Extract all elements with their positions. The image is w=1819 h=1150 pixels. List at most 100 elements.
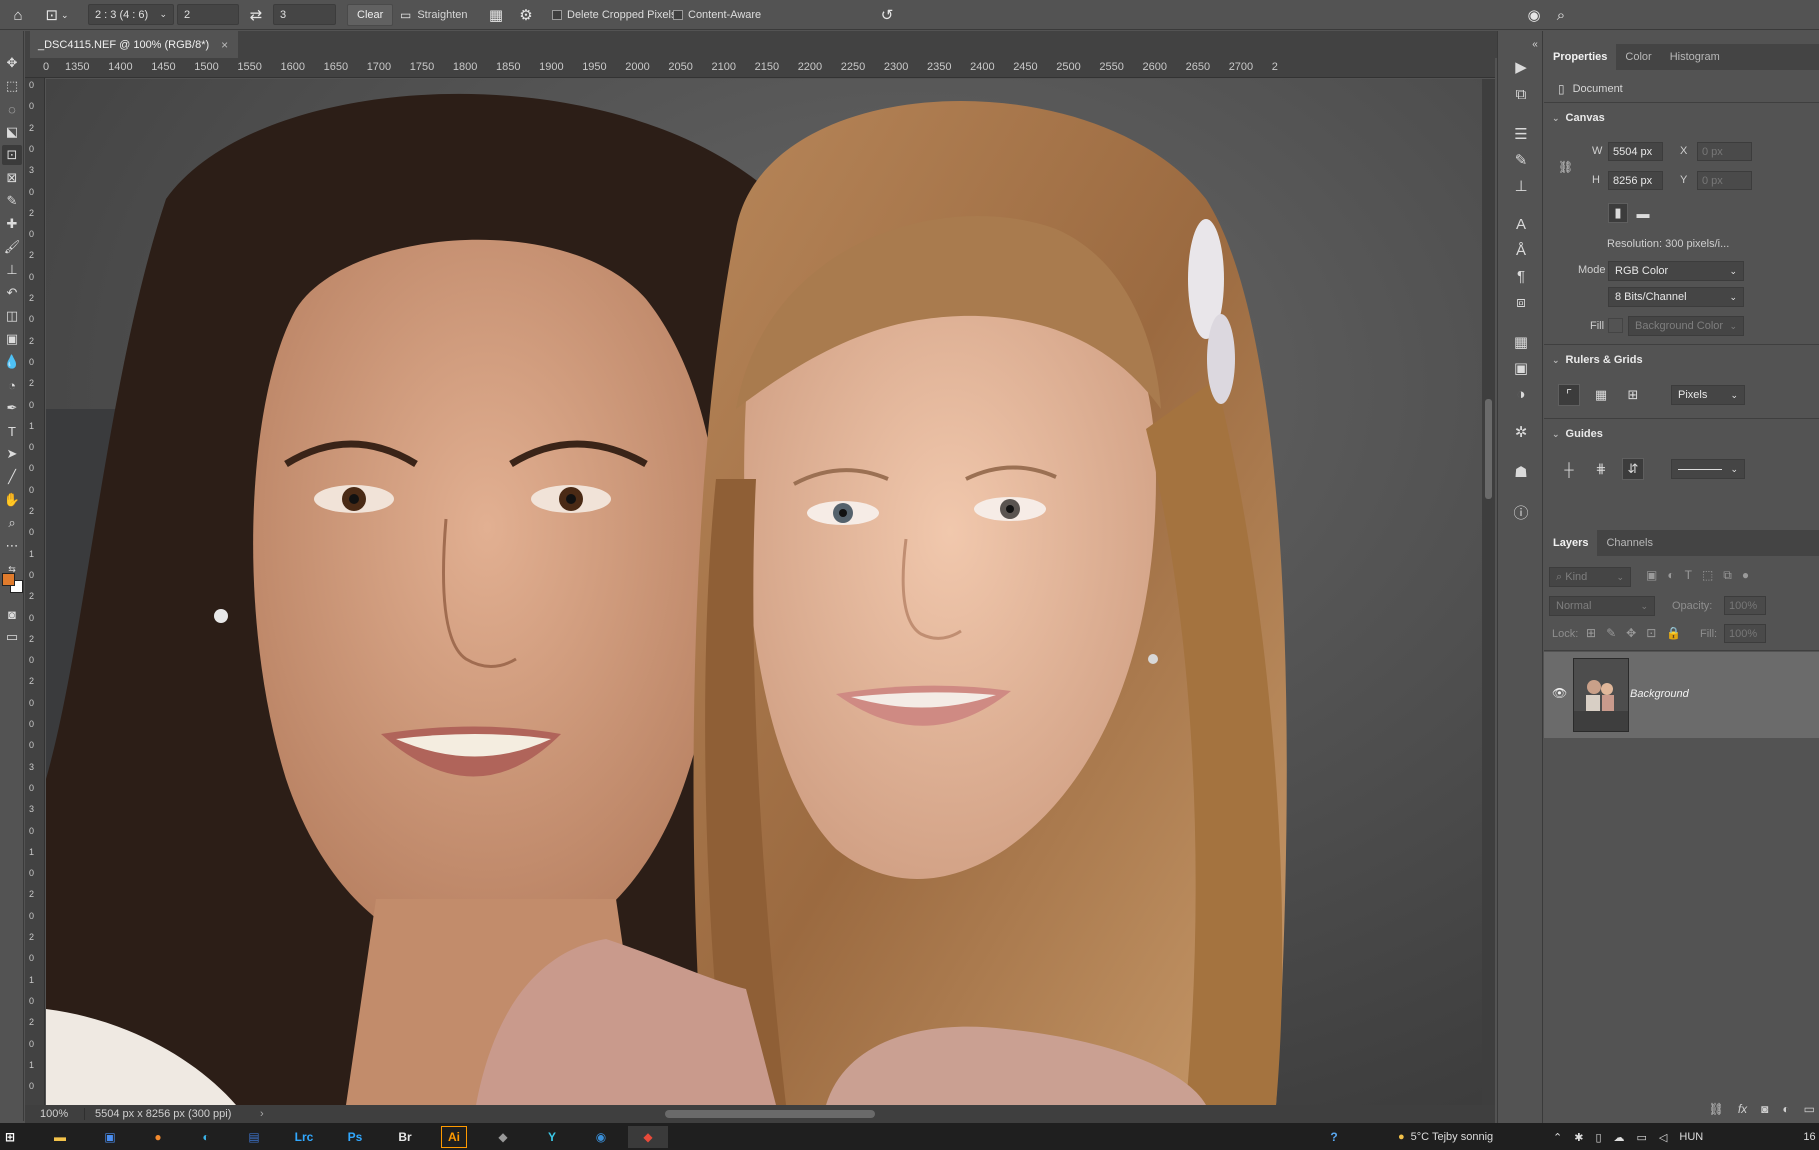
canvas-width-field[interactable]: 5504 px [1608, 142, 1663, 161]
home-icon[interactable]: ⌂ [8, 0, 28, 30]
filter-shape-icon[interactable]: ⬚ [1702, 568, 1713, 583]
volume-icon[interactable]: ◁ [1659, 1131, 1667, 1144]
document-tab[interactable]: _DSC4115.NEF @ 100% (RGB/8*) × [30, 31, 239, 58]
bridge-icon[interactable]: Br [392, 1126, 418, 1148]
clone-source-icon[interactable]: ⊥ [1510, 175, 1532, 197]
ruler-units-dropdown[interactable]: Pixels ⌄ [1671, 385, 1745, 405]
help-icon[interactable]: ? [1322, 1126, 1346, 1148]
language-indicator[interactable]: HUN [1679, 1131, 1703, 1143]
actions-play-icon[interactable]: ▶ [1510, 56, 1532, 78]
blend-mode-dropdown[interactable]: Normal ⌄ [1549, 596, 1655, 616]
vertical-scrollbar[interactable] [1482, 79, 1495, 1105]
layer-visibility-eye-icon[interactable]: 👁 [1552, 686, 1567, 700]
crop-icon[interactable]: ⊡ ⌄ [42, 0, 72, 30]
ratio-preset-dropdown[interactable]: 2 : 3 (4 : 6) ⌄ [88, 4, 174, 25]
quick-mask-icon[interactable]: ◙ [2, 604, 22, 624]
brush-settings-icon[interactable]: ✎ [1510, 149, 1532, 171]
crop-width-field[interactable]: 2 [177, 4, 239, 25]
path-selection-tool-icon[interactable]: ➤ [2, 444, 22, 464]
photoshop-icon[interactable]: Ps [342, 1126, 368, 1148]
navigator-icon[interactable]: ✲ [1510, 421, 1532, 443]
layer-fill-field[interactable]: 100% [1724, 624, 1766, 643]
new-adjustment-icon[interactable]: ◐ [1782, 1102, 1789, 1116]
collapse-panels-icon[interactable]: « [1524, 33, 1546, 55]
layer-kind-filter[interactable]: ⌕ Kind ⌄ [1549, 567, 1631, 587]
brush-tool-icon[interactable]: 🖌 [2, 237, 22, 257]
tab-color[interactable]: Color [1616, 44, 1660, 70]
settings-gear-icon[interactable]: ⚙ [517, 0, 535, 30]
more-tools-icon[interactable]: ⋯ [2, 536, 22, 556]
delete-cropped-checkbox[interactable]: Delete Cropped Pixels [552, 0, 676, 30]
file-explorer-icon[interactable]: ▬ [47, 1126, 73, 1148]
color-mode-dropdown[interactable]: RGB Color ⌄ [1608, 261, 1744, 281]
onedrive-icon[interactable]: ☁ [1614, 1131, 1625, 1144]
line-tool-icon[interactable]: ╱ [2, 467, 22, 487]
crop-tool-icon[interactable]: ⊡ [2, 145, 22, 165]
firefox-icon[interactable]: ● [145, 1126, 171, 1148]
app-icon[interactable]: ◆ [490, 1126, 516, 1148]
guides-toggle-icon[interactable]: ┼ [1558, 458, 1580, 480]
user-account-icon[interactable]: ◉ [1524, 0, 1544, 30]
canvas-y-field[interactable]: 0 px [1697, 171, 1752, 190]
link-dimensions-icon[interactable]: ⛓ [1558, 160, 1573, 174]
glyphs-icon[interactable]: Å [1510, 239, 1532, 261]
eraser-tool-icon[interactable]: ◫ [2, 306, 22, 326]
object-selection-tool-icon[interactable]: ⬕ [2, 122, 22, 142]
horizontal-scroll-thumb[interactable] [665, 1110, 875, 1118]
gradients-icon[interactable]: ▣ [1510, 357, 1532, 379]
canvas-photo[interactable] [46, 79, 1482, 1105]
lasso-tool-icon[interactable]: ◌ [2, 99, 22, 119]
toggle-pixel-grid-icon[interactable]: ⊞ [1622, 384, 1644, 406]
weather-widget[interactable]: ● 5°C Tejby sonnig [1398, 1126, 1493, 1148]
filter-pixel-icon[interactable]: ▣ [1646, 568, 1657, 583]
patterns-icon[interactable]: ◑ [1510, 383, 1532, 405]
layer-style-fx-icon[interactable]: fx [1738, 1102, 1747, 1116]
adjustments-icon[interactable]: ☰ [1510, 123, 1532, 145]
status-menu-arrow-icon[interactable]: › [260, 1108, 264, 1120]
link-layers-icon[interactable]: ⛓ [1709, 1102, 1724, 1116]
toggle-grid-icon[interactable]: ▦ [1590, 384, 1612, 406]
lock-all-icon[interactable]: 🔒 [1666, 626, 1681, 640]
bit-depth-dropdown[interactable]: 8 Bits/Channel ⌄ [1608, 287, 1744, 307]
frame-tool-icon[interactable]: ⊠ [2, 168, 22, 188]
pen-tool-icon[interactable]: ✒ [2, 398, 22, 418]
history-icon[interactable]: ⧉ [1510, 83, 1532, 105]
filter-toggle-icon[interactable]: ● [1742, 568, 1749, 583]
canvas-section-header[interactable]: ⌄ Canvas [1552, 112, 1605, 124]
opacity-field[interactable]: 100% [1724, 596, 1766, 615]
vertical-scroll-thumb[interactable] [1485, 399, 1492, 499]
swap-icon[interactable]: ⇄ [247, 0, 265, 30]
rulers-grids-section-header[interactable]: ⌄ Rulers & Grids [1552, 354, 1643, 366]
app-icon[interactable]: Y [539, 1126, 565, 1148]
lock-position-icon[interactable]: ✥ [1626, 626, 1636, 640]
clear-button[interactable]: Clear [347, 4, 394, 26]
lock-image-icon[interactable]: ✎ [1606, 626, 1616, 640]
eyedropper-tool-icon[interactable]: ✎ [2, 191, 22, 211]
tab-layers[interactable]: Layers [1544, 530, 1598, 556]
healing-brush-tool-icon[interactable]: ✚ [2, 214, 22, 234]
portrait-orientation-icon[interactable]: ▮ [1608, 203, 1628, 223]
move-tool-icon[interactable]: ✥ [2, 53, 22, 73]
blur-tool-icon[interactable]: 💧 [2, 352, 22, 372]
add-mask-icon[interactable]: ◙ [1761, 1102, 1768, 1116]
hand-tool-icon[interactable]: ✋ [2, 490, 22, 510]
landscape-orientation-icon[interactable]: ▬ [1633, 203, 1653, 223]
bluetooth-icon[interactable]: ✱ [1574, 1131, 1583, 1144]
fill-dropdown[interactable]: Background Color ⌄ [1628, 316, 1744, 336]
dodge-tool-icon[interactable]: ◔ [2, 375, 22, 395]
guides-section-header[interactable]: ⌄ Guides [1552, 428, 1603, 440]
tab-properties[interactable]: Properties [1544, 44, 1617, 70]
tab-channels[interactable]: Channels [1597, 530, 1661, 556]
close-tab-icon[interactable]: × [221, 38, 228, 52]
edge-icon[interactable]: ◐ [193, 1126, 219, 1148]
reset-crop-icon[interactable]: ↺ [877, 0, 897, 30]
clone-stamp-tool-icon[interactable]: ⊥ [2, 260, 22, 280]
active-app-icon[interactable]: ◆ [628, 1126, 668, 1148]
save-app-icon[interactable]: ▣ [97, 1126, 123, 1148]
illustrator-icon[interactable]: Ai [441, 1126, 467, 1148]
fill-color-swatch[interactable] [1608, 318, 1623, 333]
marquee-tool-icon[interactable]: ⬚ [2, 76, 22, 96]
layer-name[interactable]: Background [1630, 688, 1689, 700]
tab-histogram[interactable]: Histogram [1661, 44, 1729, 70]
paragraph-icon[interactable]: ¶ [1510, 265, 1532, 287]
